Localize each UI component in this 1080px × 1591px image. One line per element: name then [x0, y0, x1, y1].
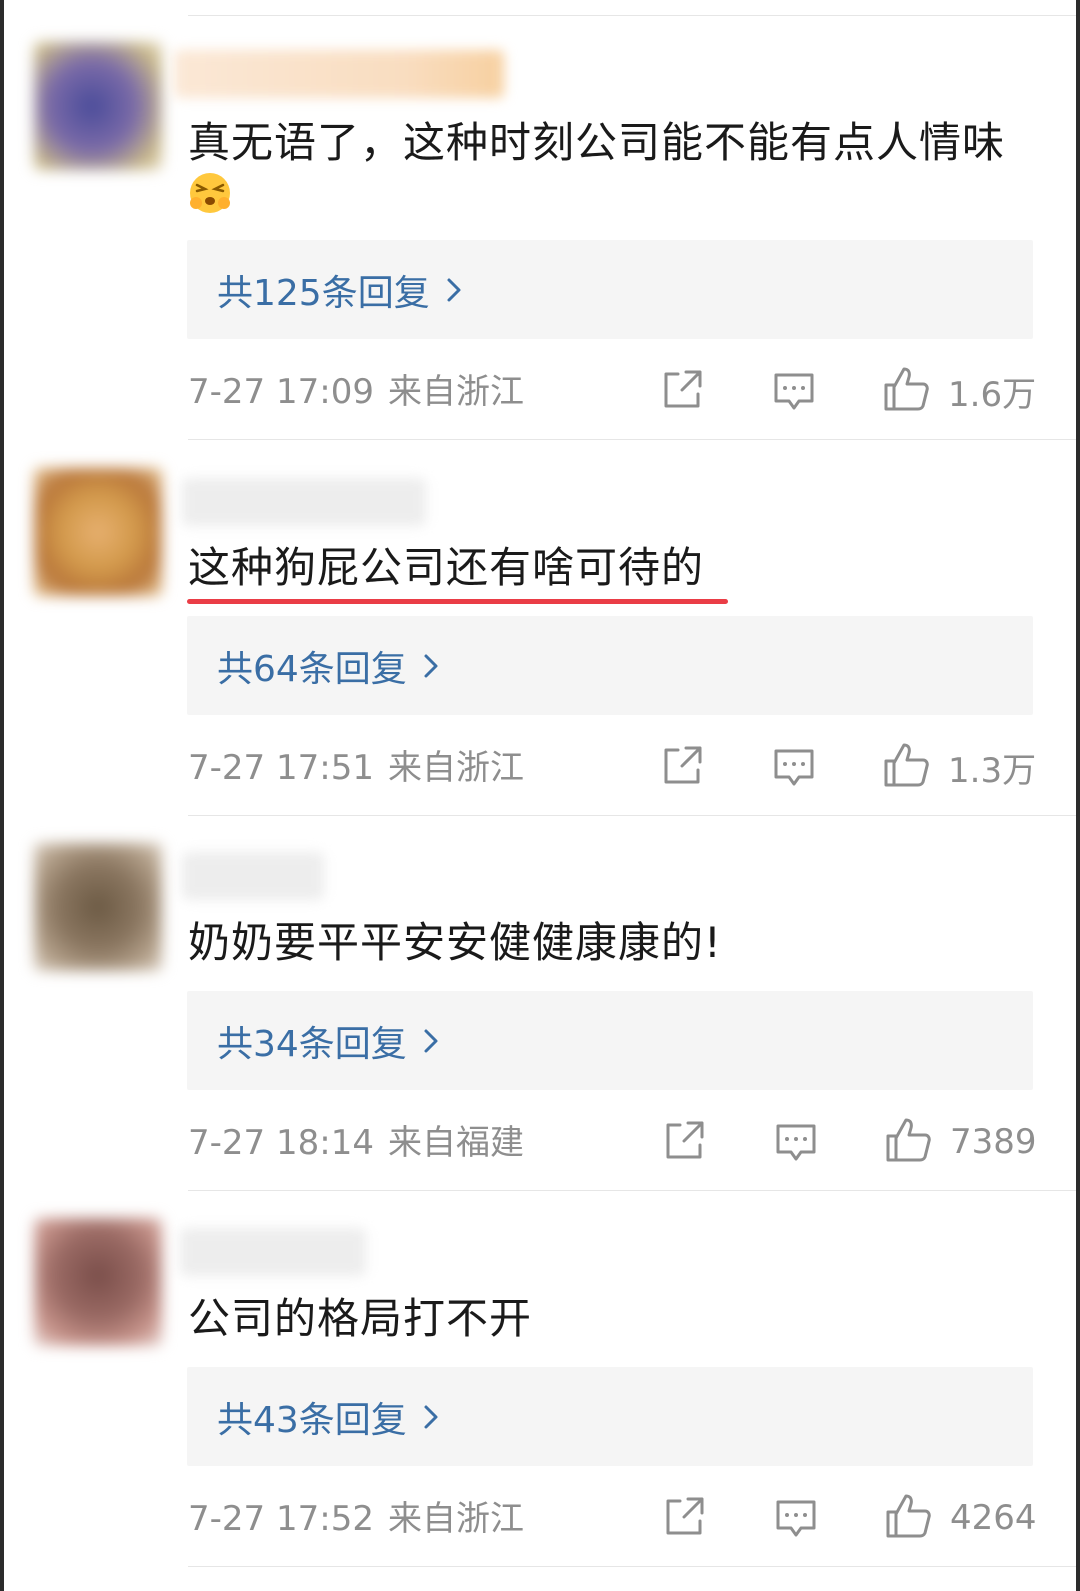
comment-body: 这种狗屁公司还有啥可待的 [188, 543, 705, 592]
chevron-right-icon [444, 275, 474, 305]
timestamp: 7-27 17:51 [188, 748, 374, 788]
location: 来自浙江 [387, 1499, 524, 1539]
comment-body: 公司的格局打不开 [188, 1294, 533, 1343]
comment-meta: 7-27 17:52 来自浙江 [188, 1497, 524, 1541]
share-icon[interactable] [662, 1495, 706, 1539]
username-blurred[interactable] [180, 1228, 366, 1276]
thumbs-up-icon [884, 1116, 932, 1168]
divider [188, 439, 1076, 440]
comment-body: 真无语了，这种时刻公司能不能有点人情味 [188, 118, 1006, 167]
avatar[interactable] [34, 1218, 162, 1346]
reply-count: 共34条回复 [217, 1023, 407, 1065]
reply-count: 共125条回复 [217, 272, 430, 314]
thumbs-up-icon [884, 1492, 932, 1544]
comment-text: 真无语了，这种时刻公司能不能有点人情味 [188, 116, 1048, 228]
location: 来自浙江 [387, 372, 524, 412]
divider [188, 1566, 1076, 1567]
like-count: 1.3万 [948, 750, 1037, 791]
comment-text: 公司的格局打不开 [188, 1292, 1048, 1346]
avatar[interactable] [34, 468, 162, 596]
highlight-underline [187, 599, 728, 604]
comment-meta: 7-27 18:14 来自福建 [188, 1121, 524, 1165]
comment-text: 奶奶要平平安安健健康康的! [188, 916, 1048, 970]
location: 来自福建 [387, 1123, 524, 1163]
share-icon[interactable] [662, 1119, 706, 1163]
username-blurred[interactable] [174, 50, 504, 98]
like-count: 1.6万 [948, 374, 1037, 415]
comment-icon[interactable] [774, 1121, 818, 1165]
username-blurred[interactable] [182, 852, 324, 900]
reply-count: 共64条回复 [217, 648, 407, 690]
thumbs-up-icon [882, 741, 930, 793]
timestamp: 7-27 17:52 [188, 1499, 374, 1539]
like-count: 7389 [950, 1122, 1037, 1162]
comment-meta: 7-27 17:09 来自浙江 [188, 370, 524, 414]
like-button[interactable]: 4264 [884, 1493, 1037, 1543]
avatar[interactable] [34, 42, 162, 170]
like-count: 4264 [950, 1498, 1037, 1538]
thumbs-up-icon [882, 365, 930, 417]
chevron-right-icon [421, 651, 451, 681]
reply-summary-button[interactable]: 共64条回复 [187, 616, 1033, 715]
timestamp: 7-27 17:09 [188, 372, 374, 412]
comment-body: 奶奶要平平安安健健康康的! [188, 918, 722, 967]
avatar[interactable] [34, 843, 162, 971]
comment-list: 真无语了，这种时刻公司能不能有点人情味 共125条回复 7-27 17:09 来自… [0, 0, 1080, 1591]
chevron-right-icon [421, 1026, 451, 1056]
divider [188, 15, 1076, 16]
chevron-right-icon [421, 1402, 451, 1432]
comment-text: 这种狗屁公司还有啥可待的 [188, 541, 1048, 595]
grimacing-emoji-icon [188, 171, 232, 228]
reply-count: 共43条回复 [217, 1399, 407, 1441]
divider [188, 1190, 1076, 1191]
timestamp: 7-27 18:14 [188, 1123, 374, 1163]
divider [188, 815, 1076, 816]
comment-meta: 7-27 17:51 来自浙江 [188, 746, 524, 790]
reply-summary-button[interactable]: 共125条回复 [187, 240, 1033, 339]
username-blurred[interactable] [182, 478, 426, 526]
like-button[interactable]: 1.6万 [882, 366, 1036, 416]
reply-summary-button[interactable]: 共43条回复 [187, 1367, 1033, 1466]
location: 来自浙江 [387, 748, 524, 788]
share-icon[interactable] [660, 744, 704, 788]
comment-icon[interactable] [772, 370, 816, 414]
comment-icon[interactable] [772, 746, 816, 790]
comment-icon[interactable] [774, 1497, 818, 1541]
reply-summary-button[interactable]: 共34条回复 [187, 991, 1033, 1090]
like-button[interactable]: 7389 [884, 1117, 1037, 1167]
like-button[interactable]: 1.3万 [882, 742, 1036, 792]
share-icon[interactable] [660, 368, 704, 412]
